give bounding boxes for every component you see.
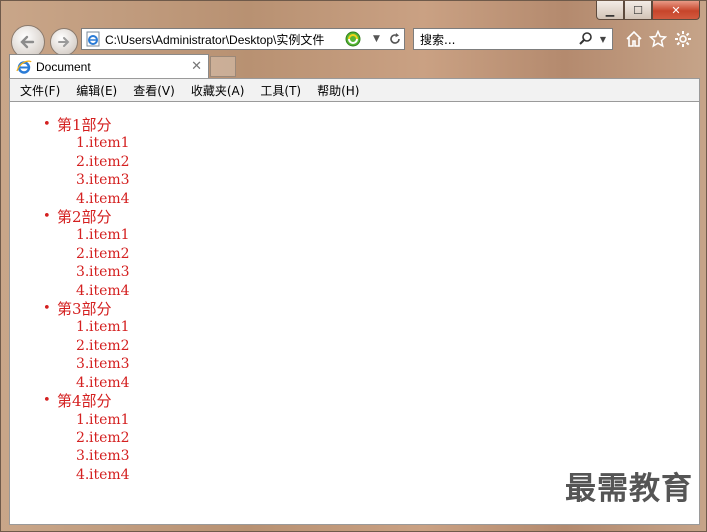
close-button[interactable]: ✕ [652,1,700,20]
bullet-icon: • [43,117,51,132]
ie-logo-icon [16,59,32,75]
section-item: • 第1部分 1. item1 2. item2 3. item3 4. item4 [10,116,130,208]
menu-bar: 文件(F) 编辑(E) 查看(V) 收藏夹(A) 工具(T) 帮助(H) [9,78,700,102]
list-item: 3. item3 [76,448,130,465]
list-item: 4. item4 [76,282,130,299]
list-item: 2. item2 [76,153,130,170]
window-controls: ▁ ☐ ✕ [596,1,700,21]
page-content: • 第1部分 1. item1 2. item2 3. item3 4. item4 •… [9,102,700,525]
section-item: • 第2部分 1. item1 2. item2 3. item3 4. item4 [10,208,130,300]
tab-title: Document [36,59,91,74]
section-title: 第3部分 [57,300,112,319]
list-item: 3. item3 [76,264,130,281]
gear-icon[interactable] [674,30,692,48]
list-item: 2. item2 [76,429,130,446]
search-dropdown-icon[interactable]: ▼ [600,35,606,44]
section-item: • 第4部分 1. item1 2. item2 3. item3 4. item4 [10,392,130,484]
forward-button[interactable] [50,28,78,56]
bullet-icon: • [43,209,51,225]
maximize-button[interactable]: ☐ [624,1,652,20]
list-item: 1. item1 [76,227,130,244]
search-icon[interactable] [578,31,594,47]
minimize-button[interactable]: ▁ [596,1,624,20]
list-item: 1. item1 [76,135,130,152]
section-title: 第2部分 [57,208,112,227]
item-list: 1. item1 2. item2 3. item3 4. item4 [57,226,130,300]
section-item: • 第3部分 1. item1 2. item2 3. item3 4. item4 [10,300,130,392]
menu-favorites[interactable]: 收藏夹(A) [191,82,245,99]
list-item: 4. item4 [76,466,130,483]
menu-tools[interactable]: 工具(T) [260,82,301,99]
browser-window: ▁ ☐ ✕ C:\Users\Administrator\Desktop\实例文… [0,0,707,532]
address-bar[interactable]: C:\Users\Administrator\Desktop\实例文件 ▼ [81,28,405,50]
dropdown-arrow-icon[interactable]: ▼ [373,34,380,44]
list-item: 3. item3 [76,356,130,373]
bullet-icon: • [43,393,51,409]
menu-view[interactable]: 查看(V) [133,82,175,99]
section-title: 第4部分 [57,392,112,411]
refresh-icon[interactable] [388,32,402,46]
item-list: 1. item1 2. item2 3. item3 4. item4 [57,318,130,392]
arrow-right-icon [58,37,70,47]
address-url[interactable]: C:\Users\Administrator\Desktop\实例文件 [105,31,341,48]
menu-help[interactable]: 帮助(H) [317,82,359,99]
list-item: 4. item4 [76,190,130,207]
watermark-logo: 最需教育 [565,471,693,507]
menu-file[interactable]: 文件(F) [20,82,60,99]
list-item: 1. item1 [76,319,130,336]
list-item: 2. item2 [76,245,130,262]
section-title: 第1部分 [57,116,112,134]
new-tab-button[interactable] [210,56,236,77]
arrow-left-icon [20,35,35,49]
tab-document[interactable]: Document ✕ [9,54,209,78]
close-tab-icon[interactable]: ✕ [191,59,202,74]
list-item: 3. item3 [76,172,130,189]
item-list: 1. item1 2. item2 3. item3 4. item4 [57,411,130,485]
search-box[interactable]: 搜索... ▼ [413,28,613,50]
compatibility-view-icon[interactable] [345,31,361,47]
list-item: 4. item4 [76,374,130,391]
item-list: 1. item1 2. item2 3. item3 4. item4 [57,134,130,208]
search-input[interactable]: 搜索... [420,31,578,48]
home-icon[interactable] [625,30,643,48]
ie-page-icon [85,31,101,47]
favorites-star-icon[interactable] [649,30,667,48]
list-item: 1. item1 [76,411,130,428]
list-item: 2. item2 [76,337,130,354]
bullet-icon: • [43,301,51,317]
section-list: • 第1部分 1. item1 2. item2 3. item3 4. item4 •… [10,116,130,484]
menu-edit[interactable]: 编辑(E) [76,82,117,99]
